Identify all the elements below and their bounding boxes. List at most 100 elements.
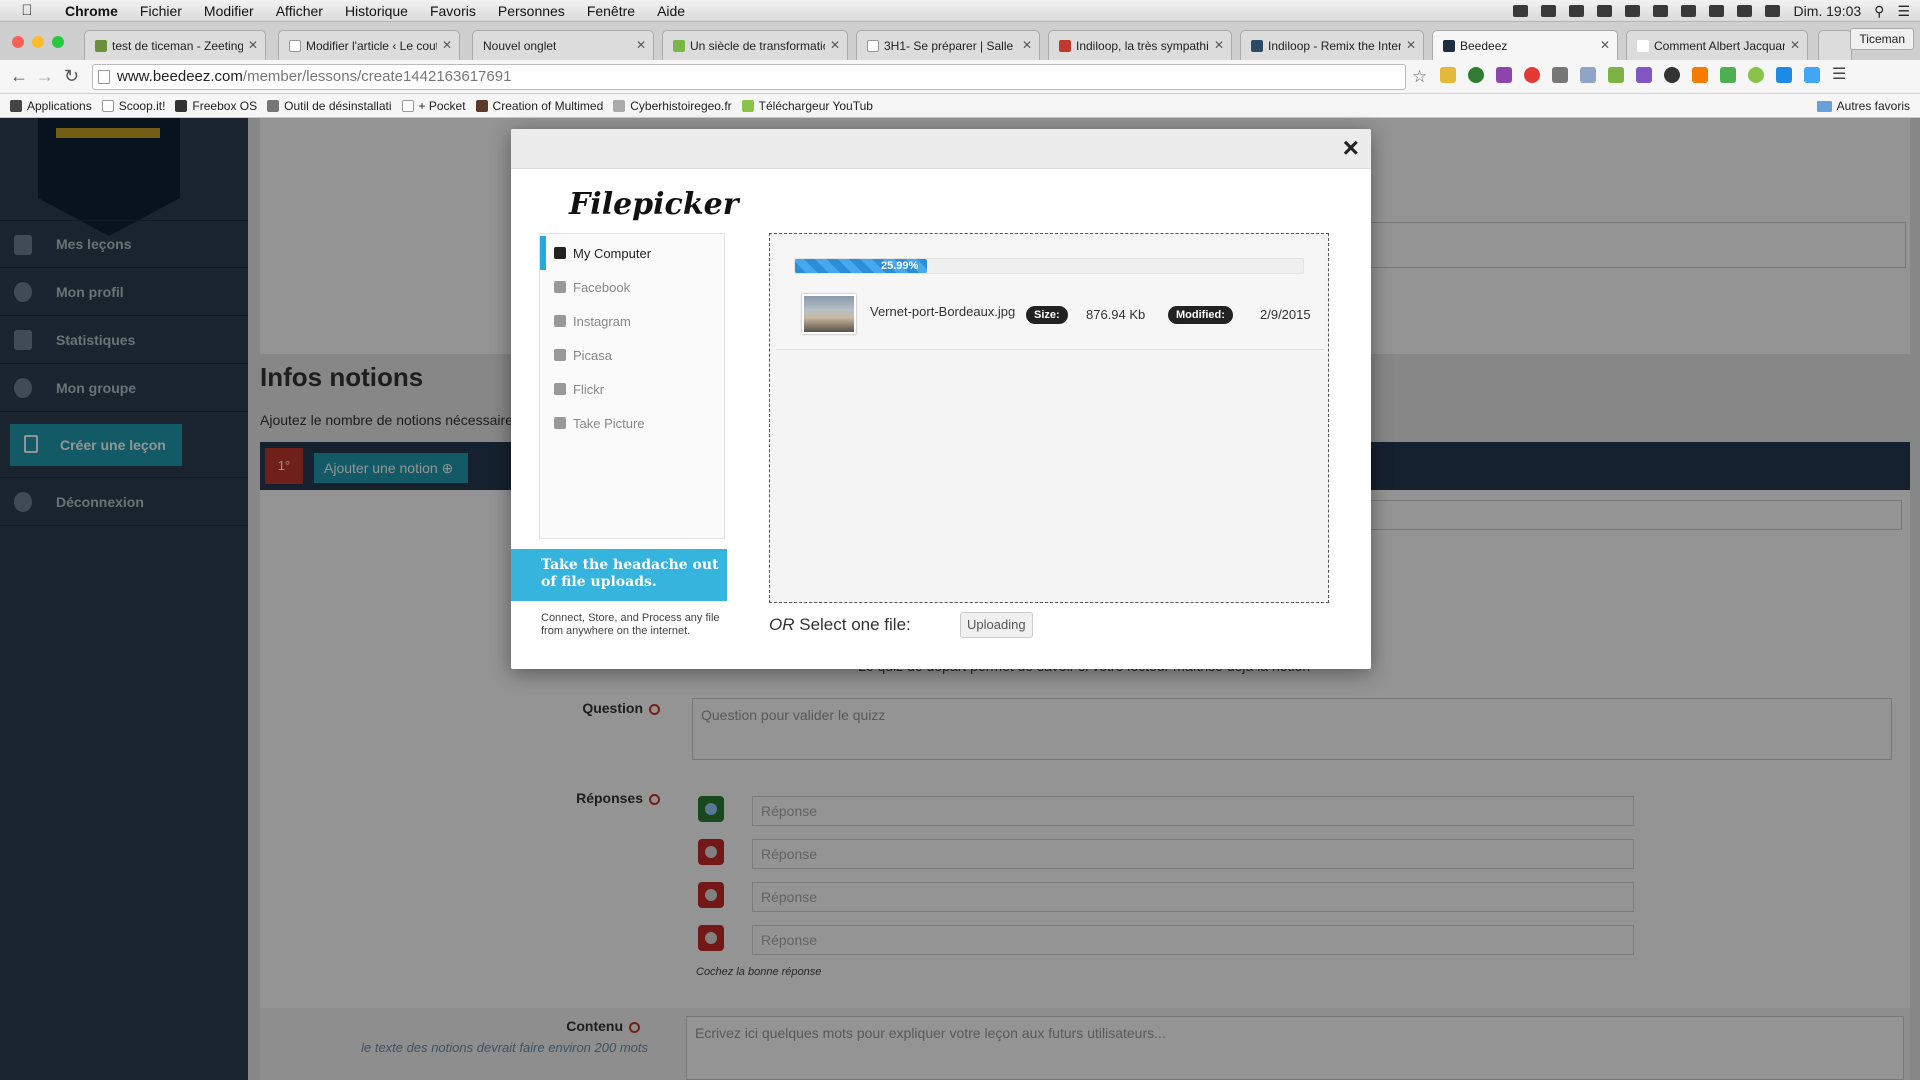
url-path: /member/lessons/create1442163617691 bbox=[242, 68, 512, 85]
tab-close-icon[interactable]: ✕ bbox=[442, 38, 452, 52]
camera-icon[interactable] bbox=[1580, 67, 1596, 83]
zeetings-favicon bbox=[95, 39, 107, 52]
pen-icon[interactable] bbox=[1636, 67, 1652, 83]
camera-icon bbox=[554, 417, 566, 429]
tab-indiloop-1[interactable]: Indiloop, la très sympathique✕ bbox=[1048, 30, 1232, 60]
menu-personnes[interactable]: Personnes bbox=[487, 3, 576, 19]
menu-favoris[interactable]: Favoris bbox=[419, 3, 487, 19]
extension-icon[interactable] bbox=[1776, 67, 1792, 83]
screen-icon[interactable] bbox=[1625, 5, 1641, 17]
forward-icon[interactable]: → bbox=[36, 66, 54, 87]
size-value: 876.94 Kb bbox=[1086, 307, 1146, 322]
tab-close-icon[interactable]: ✕ bbox=[1214, 38, 1224, 52]
menu-historique[interactable]: Historique bbox=[334, 3, 419, 19]
extension-icon[interactable] bbox=[1664, 67, 1680, 83]
tab-albert-jacquard[interactable]: Comment Albert Jacquard e✕ bbox=[1626, 30, 1808, 60]
source-flickr[interactable]: Flickr bbox=[540, 372, 724, 406]
bookmark-pocket[interactable]: + Pocket bbox=[401, 99, 466, 113]
extension-icon[interactable] bbox=[1804, 67, 1820, 83]
bookmark-cyberhistoire[interactable]: Cyberhistoiregeo.fr bbox=[613, 99, 732, 113]
page-icon bbox=[401, 99, 414, 112]
bookmark-youtube[interactable]: Téléchargeur YouTub bbox=[741, 99, 873, 113]
flickr-icon bbox=[554, 383, 566, 395]
extension-icon[interactable] bbox=[1440, 67, 1456, 83]
back-icon[interactable]: ← bbox=[10, 66, 28, 87]
page-favicon bbox=[1251, 39, 1263, 52]
tab-un-siecle[interactable]: Un siècle de transformations✕ bbox=[662, 30, 848, 60]
menu-app-chrome[interactable]: Chrome bbox=[54, 3, 129, 19]
onenote-icon[interactable] bbox=[1496, 67, 1512, 83]
close-icon[interactable]: × bbox=[1343, 133, 1359, 163]
extension-icon[interactable] bbox=[1552, 67, 1568, 83]
picasa-icon bbox=[554, 349, 566, 361]
source-picasa[interactable]: Picasa bbox=[540, 338, 724, 372]
tab-3h1[interactable]: 3H1- Se préparer | Salle 112✕ bbox=[856, 30, 1040, 60]
apps-grid-icon bbox=[10, 99, 22, 112]
tab-close-icon[interactable]: ✕ bbox=[1406, 38, 1416, 52]
bookmark-star-icon[interactable]: ☆ bbox=[1412, 67, 1427, 87]
bookmark-scoopit[interactable]: Scoop.it! bbox=[101, 99, 165, 113]
tab-close-icon[interactable]: ✕ bbox=[1790, 38, 1800, 52]
tab-zeetings[interactable]: test de ticeman - Zeetings ✕ bbox=[84, 30, 266, 60]
extension-icon[interactable] bbox=[1468, 67, 1484, 83]
minimize-window-button[interactable] bbox=[32, 36, 44, 48]
new-tab-button[interactable] bbox=[1818, 30, 1852, 60]
extension-icon[interactable] bbox=[1748, 67, 1764, 83]
instagram-icon bbox=[554, 315, 566, 327]
spotlight-icon[interactable]: ⚲ bbox=[1874, 3, 1884, 20]
tab-close-icon[interactable]: ✕ bbox=[248, 38, 258, 52]
bluetooth-icon[interactable] bbox=[1709, 5, 1725, 17]
source-my-computer[interactable]: My Computer bbox=[540, 236, 724, 270]
filepicker-logo: Filepicker bbox=[569, 187, 739, 222]
menu-modifier[interactable]: Modifier bbox=[193, 3, 265, 19]
file-thumbnail bbox=[802, 294, 856, 334]
wifi-icon[interactable] bbox=[1737, 5, 1753, 17]
modal-header: × bbox=[511, 129, 1371, 169]
tab-close-icon[interactable]: ✕ bbox=[636, 38, 646, 52]
extension-icon[interactable] bbox=[1692, 67, 1708, 83]
timemachine-icon[interactable] bbox=[1681, 5, 1697, 17]
address-bar[interactable]: www.beedeez.com/member/lessons/create144… bbox=[92, 64, 1406, 90]
menu-aide[interactable]: Aide bbox=[646, 3, 696, 19]
bookmark-outil[interactable]: Outil de désinstallati bbox=[267, 99, 392, 113]
apple-icon[interactable]:  bbox=[0, 2, 54, 19]
profile-button[interactable]: Ticeman bbox=[1850, 28, 1914, 50]
tab-modifier-article[interactable]: Modifier l'article ‹ Le coutela✕ bbox=[278, 30, 460, 60]
tab-nouvel-onglet[interactable]: Nouvel onglet ✕ bbox=[472, 30, 654, 60]
bookmark-creation[interactable]: Creation of Multimed bbox=[475, 99, 603, 113]
other-bookmarks[interactable]: Autres favoris bbox=[1816, 94, 1910, 118]
airplay-icon[interactable] bbox=[1653, 5, 1669, 17]
source-instagram[interactable]: Instagram bbox=[540, 304, 724, 338]
volume-icon[interactable] bbox=[1765, 5, 1781, 17]
tab-close-icon[interactable]: ✕ bbox=[1022, 38, 1032, 52]
tab-close-icon[interactable]: ✕ bbox=[1600, 38, 1610, 52]
cloud-icon[interactable] bbox=[1597, 5, 1613, 17]
tab-close-icon[interactable]: ✕ bbox=[830, 38, 840, 52]
reload-icon[interactable]: ↻ bbox=[64, 66, 79, 87]
close-window-button[interactable] bbox=[12, 36, 24, 48]
clock[interactable]: Dim. 19:03 bbox=[1793, 3, 1861, 19]
source-facebook[interactable]: Facebook bbox=[540, 270, 724, 304]
adobe-icon[interactable] bbox=[1541, 5, 1557, 17]
menu-afficher[interactable]: Afficher bbox=[265, 3, 334, 19]
freebox-icon bbox=[175, 99, 188, 112]
extension-icon[interactable] bbox=[1524, 67, 1540, 83]
uploading-button[interactable]: Uploading bbox=[960, 612, 1033, 638]
promo-banner[interactable]: Take the headache out of file uploads. bbox=[511, 549, 727, 601]
tab-beedeez[interactable]: Beedeez ✕ bbox=[1432, 30, 1618, 60]
zoom-window-button[interactable] bbox=[52, 36, 64, 48]
notification-center-icon[interactable]: ☰ bbox=[1897, 3, 1910, 20]
bookmark-applications[interactable]: Applications bbox=[10, 99, 92, 113]
print-icon[interactable] bbox=[1720, 67, 1736, 83]
file-drop-zone[interactable]: 25.99% Vernet-port-Bordeaux.jpg Size: 87… bbox=[769, 233, 1329, 603]
tab-indiloop-2[interactable]: Indiloop - Remix the Interne ✕ bbox=[1240, 30, 1424, 60]
drive-icon[interactable] bbox=[1569, 5, 1585, 17]
dropbox-icon[interactable] bbox=[1513, 5, 1529, 17]
bookmark-freebox[interactable]: Freebox OS bbox=[175, 99, 257, 113]
source-take-picture[interactable]: Take Picture bbox=[540, 406, 724, 440]
chrome-menu-icon[interactable]: ☰ bbox=[1832, 67, 1848, 83]
evernote-icon[interactable] bbox=[1608, 67, 1624, 83]
menu-fichier[interactable]: Fichier bbox=[129, 3, 193, 19]
menu-fenetre[interactable]: Fenêtre bbox=[576, 3, 646, 19]
extensions-bar: ☰ bbox=[1440, 67, 1848, 83]
